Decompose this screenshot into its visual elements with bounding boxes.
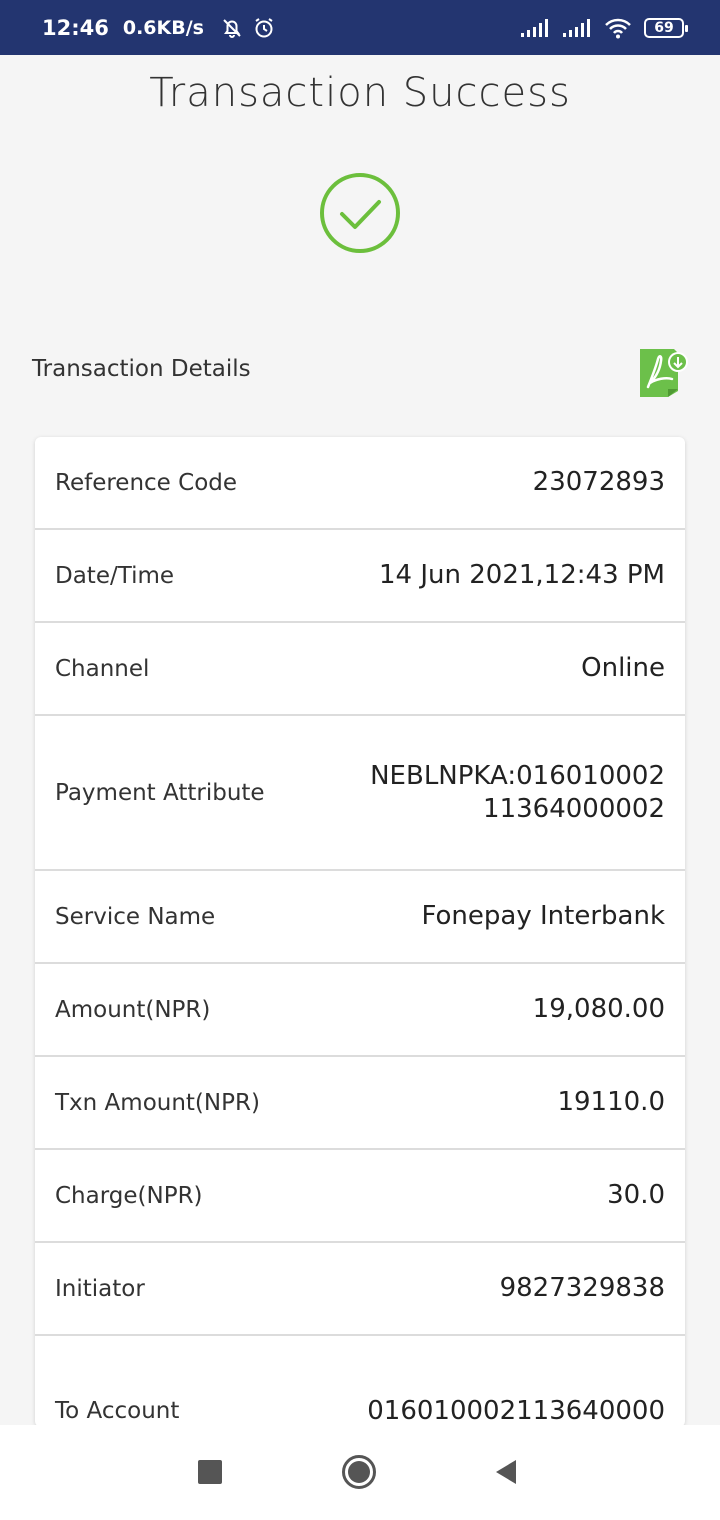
detail-value: 23072893	[532, 467, 665, 497]
detail-value: 19,080.00	[532, 994, 665, 1024]
detail-label: Amount(NPR)	[55, 996, 211, 1023]
detail-row-service-name: Service Name Fonepay Interbank	[35, 871, 685, 964]
detail-value: 016010002113640000	[367, 1395, 665, 1426]
back-triangle-icon[interactable]	[494, 1458, 518, 1486]
detail-row-txn-amount: Txn Amount(NPR) 19110.0	[35, 1057, 685, 1150]
detail-value: 19110.0	[557, 1087, 665, 1117]
detail-value: 30.0	[607, 1180, 665, 1210]
status-bar: 12:46 0.6KB/s 69	[0, 0, 720, 55]
detail-value: Fonepay Interbank	[421, 901, 666, 931]
detail-label: Channel	[55, 655, 150, 682]
wifi-icon	[605, 18, 631, 38]
detail-value: Online	[581, 653, 665, 683]
detail-label: Reference Code	[55, 469, 238, 496]
detail-row-to-account: To Account 016010002113640000	[35, 1336, 685, 1427]
pdf-download-icon[interactable]	[638, 347, 690, 399]
clock: 12:46	[42, 15, 109, 40]
success-check-icon	[320, 173, 400, 253]
detail-row-initiator: Initiator 9827329838	[35, 1243, 685, 1336]
detail-label: Service Name	[55, 903, 216, 930]
detail-label: Charge(NPR)	[55, 1182, 203, 1209]
detail-row-charge: Charge(NPR) 30.0	[35, 1150, 685, 1243]
detail-row-payment-attribute: Payment Attribute NEBLNPKA:0160100021136…	[35, 716, 685, 871]
signal-icon	[521, 18, 548, 37]
battery-icon: 69	[644, 17, 688, 38]
battery-level: 69	[654, 19, 674, 36]
detail-value: NEBLNPKA:01601000211364000002	[370, 760, 665, 824]
page-title: Transaction Success	[149, 70, 571, 116]
detail-row-channel: Channel Online	[35, 623, 685, 716]
network-speed: 0.6KB/s	[122, 16, 204, 39]
detail-label: Date/Time	[55, 562, 175, 589]
detail-row-date-time: Date/Time 14 Jun 2021,12:43 PM	[35, 530, 685, 623]
detail-label: Initiator	[55, 1275, 145, 1302]
detail-value: 9827329838	[499, 1273, 665, 1303]
detail-value: 14 Jun 2021,12:43 PM	[379, 560, 665, 590]
detail-label: To Account	[55, 1398, 180, 1424]
home-circle-icon[interactable]	[341, 1454, 377, 1490]
transaction-details-card: Reference Code 23072893 Date/Time 14 Jun…	[35, 437, 685, 1427]
signal-icon	[563, 18, 590, 37]
detail-label: Payment Attribute	[55, 779, 265, 806]
section-label: Transaction Details	[32, 356, 251, 382]
alarm-icon	[255, 17, 273, 37]
detail-label: Txn Amount(NPR)	[55, 1089, 260, 1116]
detail-row-amount: Amount(NPR) 19,080.00	[35, 964, 685, 1057]
mute-bell-icon	[223, 18, 241, 38]
detail-row-reference-code: Reference Code 23072893	[35, 437, 685, 530]
recents-square-icon[interactable]	[198, 1460, 222, 1484]
